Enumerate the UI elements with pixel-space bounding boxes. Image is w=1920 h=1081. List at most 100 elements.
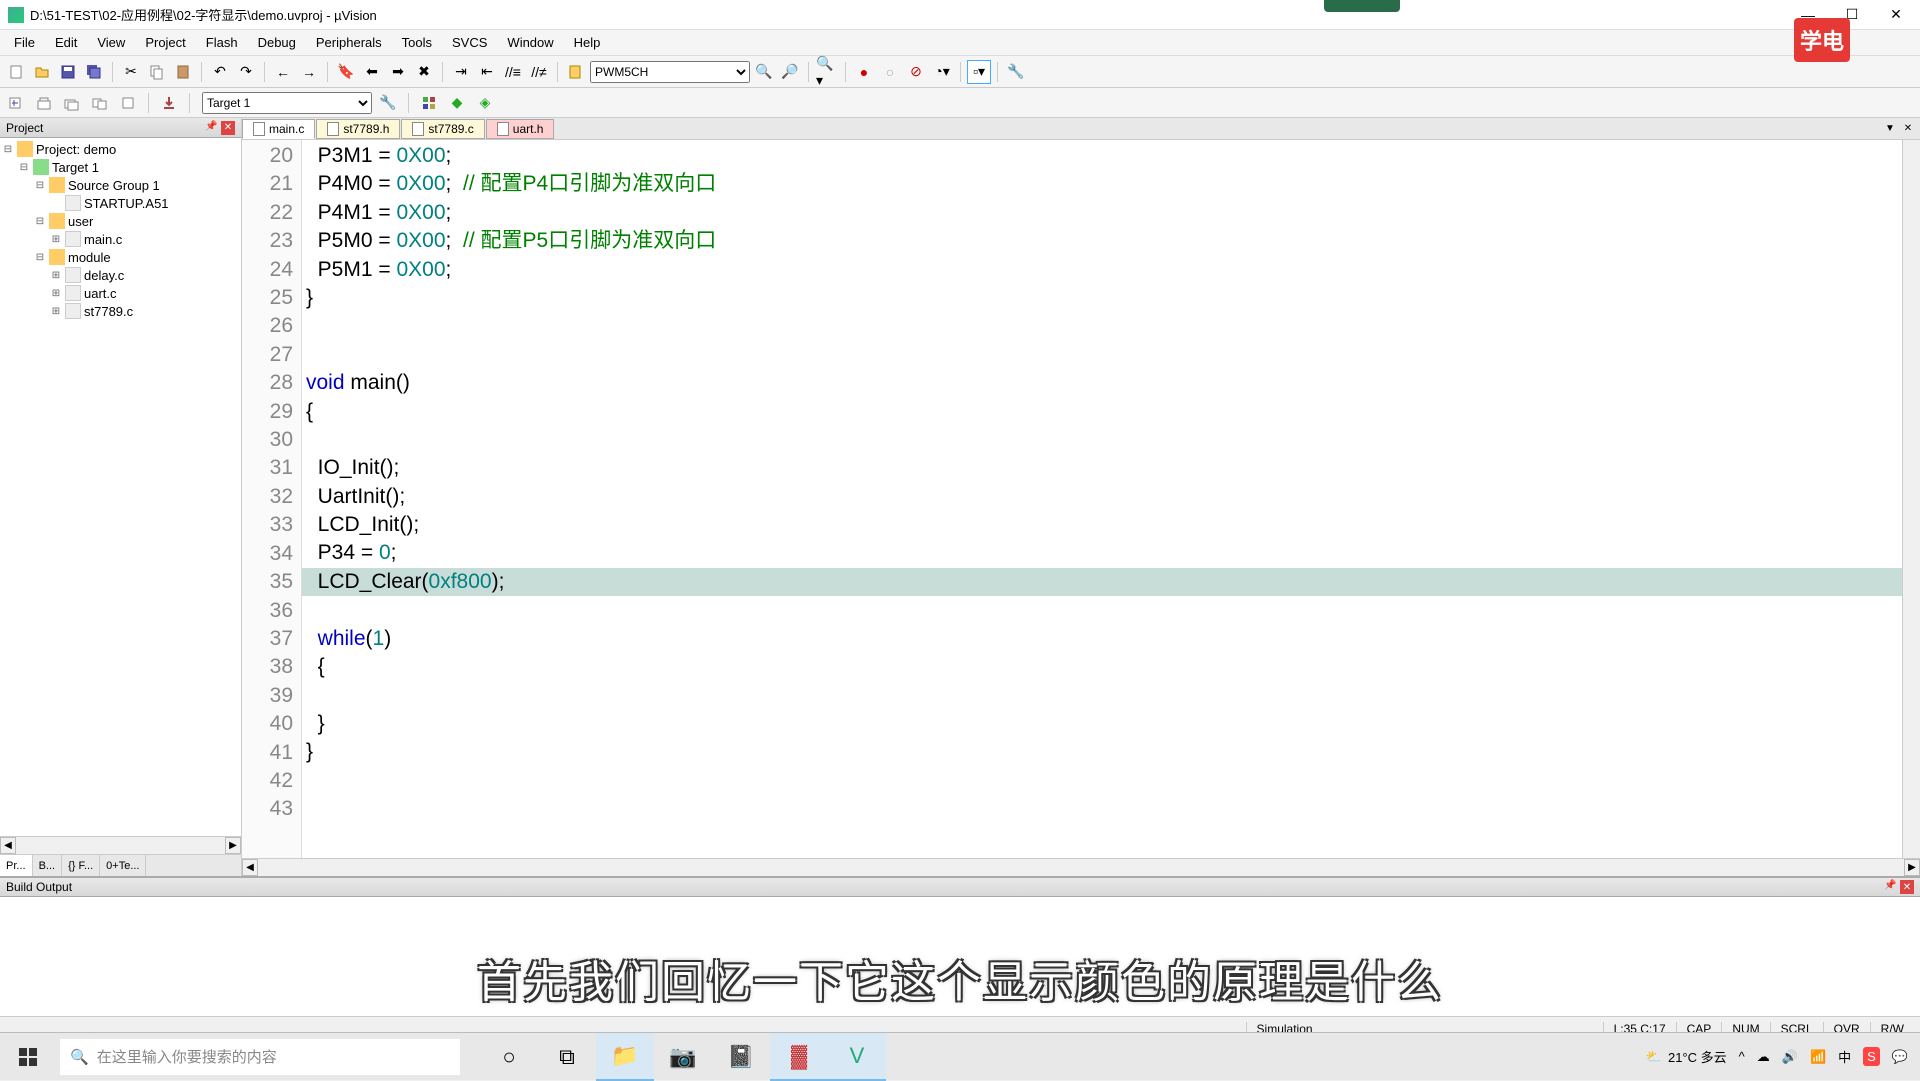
nav-fwd-button[interactable]: → [297,60,321,84]
uncomment-button[interactable]: //≠ [527,60,551,84]
tree-target[interactable]: ⊟Target 1 [2,158,239,176]
target-options-button[interactable]: 🔧 [376,91,400,115]
menu-peripherals[interactable]: Peripherals [306,31,392,54]
menu-edit[interactable]: Edit [45,31,87,54]
code-line-28[interactable]: void main() [302,369,1902,397]
copy-button[interactable] [145,60,169,84]
code-line-21[interactable]: P4M0 = 0X00; // 配置P4口引脚为准双向口 [302,170,1902,198]
code-line-43[interactable] [302,795,1902,823]
panel-close-button[interactable]: ✕ [221,121,235,135]
code-line-40[interactable]: } [302,710,1902,738]
build-close-button[interactable]: ✕ [1900,880,1914,894]
tree-file-delay-c[interactable]: ⊞delay.c [2,266,239,284]
cut-button[interactable]: ✂ [119,60,143,84]
breakpoint-list-button[interactable]: ◔▾ [930,60,954,84]
panel-tab-0[interactable]: Pr... [0,855,33,876]
tray-onedrive-icon[interactable]: ☁ [1757,1049,1770,1065]
stop-build-button[interactable] [116,91,140,115]
code-line-26[interactable] [302,312,1902,340]
code-line-37[interactable]: while(1) [302,625,1902,653]
breakpoint-disable-button[interactable]: ○ [878,60,902,84]
code-line-22[interactable]: P4M1 = 0X00; [302,199,1902,227]
code-line-27[interactable] [302,341,1902,369]
code-line-39[interactable] [302,681,1902,709]
bookmark-button[interactable]: 🔖 [334,60,358,84]
tab-dropdown-button[interactable]: ▼ [1882,121,1898,137]
bookmark-prev-button[interactable]: ⬅ [360,60,384,84]
manage-project-button[interactable] [417,91,441,115]
configure-button[interactable]: 🔧 [1004,60,1028,84]
debug-button[interactable]: 🔍▾ [815,60,839,84]
code-line-42[interactable] [302,767,1902,795]
bookmark-next-button[interactable]: ➡ [386,60,410,84]
menu-tools[interactable]: Tools [392,31,442,54]
file-tab-uart-h[interactable]: uart.h [486,119,555,139]
file-tab-main-c[interactable]: main.c [242,119,315,139]
build-pin-button[interactable]: 📌 [1884,880,1898,894]
start-button[interactable] [0,1033,56,1081]
tray-ime-icon[interactable]: 中 [1838,1047,1851,1066]
editor-hscroll[interactable]: ◀▶ [242,858,1920,876]
undo-button[interactable]: ↶ [208,60,232,84]
tree-project-root[interactable]: ⊟Project: demo [2,140,239,158]
download-button[interactable] [157,91,181,115]
taskbar-camera-icon[interactable]: 📷 [654,1033,712,1081]
find-button[interactable]: 🔍 [752,60,776,84]
file-tab-st7789-c[interactable]: st7789.c [401,119,484,139]
taskbar-app1-icon[interactable]: ▓ [770,1033,828,1081]
paste-button[interactable] [171,60,195,84]
tree-file-uart-c[interactable]: ⊞uart.c [2,284,239,302]
code-line-32[interactable]: UartInit(); [302,483,1902,511]
file-tab-st7789-h[interactable]: st7789.h [316,119,400,139]
batch-build-button[interactable] [88,91,112,115]
code-line-41[interactable]: } [302,738,1902,766]
bookmark-clear-button[interactable]: ✖ [412,60,436,84]
manage-components-button[interactable]: ◆ [445,91,469,115]
tree-group-0[interactable]: ⊟Source Group 1 [2,176,239,194]
menu-window[interactable]: Window [497,31,563,54]
menu-help[interactable]: Help [564,31,611,54]
code-line-36[interactable] [302,596,1902,624]
tray-volume-icon[interactable]: 🔊 [1782,1049,1798,1065]
save-button[interactable] [56,60,80,84]
tray-network-icon[interactable]: 📶 [1810,1049,1826,1065]
menu-debug[interactable]: Debug [248,31,306,54]
menu-view[interactable]: View [87,31,135,54]
code-line-38[interactable]: { [302,653,1902,681]
taskbar-search[interactable]: 🔍 在这里输入你要搜索的内容 [60,1039,460,1075]
menu-project[interactable]: Project [135,31,195,54]
tree-file-st7789-c[interactable]: ⊞st7789.c [2,302,239,320]
panel-tab-3[interactable]: 0+Te... [100,855,146,876]
menu-svcs[interactable]: SVCS [442,31,497,54]
taskbar-notepad-icon[interactable]: 📓 [712,1033,770,1081]
cortana-icon[interactable]: ○ [480,1033,538,1081]
project-hscroll[interactable]: ◀▶ [0,836,241,854]
system-tray[interactable]: ⛅ 21°C 多云 ^ ☁ 🔊 📶 中 S 💬 [1646,1047,1920,1066]
tree-group-1[interactable]: ⊟user [2,212,239,230]
save-all-button[interactable] [82,60,106,84]
nav-back-button[interactable]: ← [271,60,295,84]
project-tree[interactable]: ⊟Project: demo⊟Target 1⊟Source Group 1ST… [0,138,241,836]
editor-vscroll[interactable] [1902,140,1920,858]
code-line-33[interactable]: LCD_Init(); [302,511,1902,539]
target-select[interactable]: Target 1 [202,92,372,114]
tray-chevron-icon[interactable]: ^ [1739,1049,1745,1064]
panel-tab-2[interactable]: {} F... [62,855,100,876]
close-button[interactable]: ✕ [1880,3,1912,27]
task-view-icon[interactable]: ⧉ [538,1033,596,1081]
rebuild-button[interactable] [60,91,84,115]
breakpoint-kill-button[interactable]: ⊘ [904,60,928,84]
code-line-35[interactable]: LCD_Clear(0xf800); [302,568,1902,596]
build-button[interactable] [32,91,56,115]
new-file-button[interactable] [4,60,28,84]
tab-close-button[interactable]: ✕ [1900,121,1916,137]
panel-tab-1[interactable]: B... [33,855,63,876]
translate-button[interactable] [4,91,28,115]
window-button[interactable]: ▫▾ [967,60,991,84]
panel-pin-button[interactable]: 📌 [205,121,219,135]
taskbar-uvision-icon[interactable]: V [828,1033,886,1081]
code-line-25[interactable]: } [302,284,1902,312]
code-line-34[interactable]: P34 = 0; [302,539,1902,567]
tray-sogou-icon[interactable]: S [1863,1047,1880,1066]
redo-button[interactable]: ↷ [234,60,258,84]
